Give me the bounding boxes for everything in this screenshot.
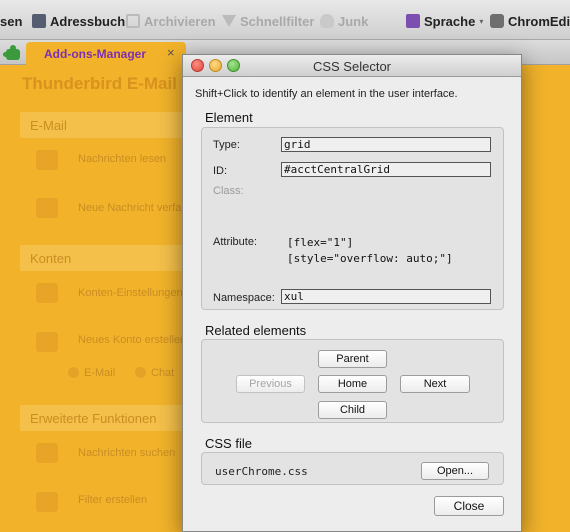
- new-chat-account-label: Chat: [151, 367, 175, 379]
- email-icon: [68, 367, 79, 378]
- attribute-value: [style="overflow: auto;"]: [287, 252, 453, 265]
- new-account-link[interactable]: Neues Konto erstellen: [78, 334, 186, 346]
- page-title: Thunderbird E-Mail -: [22, 74, 188, 93]
- chat-icon: [135, 367, 146, 378]
- chromedit-icon: [490, 14, 504, 28]
- element-groupbox: [201, 127, 504, 310]
- create-filter-link[interactable]: Filter erstellen: [78, 494, 147, 506]
- address-book-icon: [32, 14, 46, 28]
- related-group-label: Related elements: [205, 323, 307, 338]
- new-account-icon: [36, 332, 58, 352]
- main-toolbar: sen Adressbuch Archivieren Schnellfilter…: [0, 0, 570, 40]
- compose-icon: [36, 198, 58, 218]
- language-button[interactable]: Sprache ▾: [406, 12, 483, 30]
- css-file-group-label: CSS file: [205, 436, 252, 451]
- address-book-button[interactable]: Adressbuch: [32, 12, 125, 30]
- address-book-label: Adressbuch: [50, 13, 126, 29]
- id-label: ID:: [213, 165, 228, 177]
- chromedit-label: ChromEdit: [508, 13, 570, 29]
- quick-filter-button[interactable]: Schnellfilter: [222, 12, 314, 30]
- account-settings-link[interactable]: Konten-Einstellungen: [78, 287, 183, 299]
- search-messages-link[interactable]: Nachrichten suchen: [78, 447, 175, 459]
- archive-button[interactable]: Archivieren: [126, 12, 216, 30]
- account-settings-icon: [36, 283, 58, 303]
- language-label: Sprache: [424, 13, 476, 29]
- type-field[interactable]: grid: [281, 137, 491, 152]
- toolbar-item-partial[interactable]: sen: [0, 12, 22, 30]
- new-email-account-label: E-Mail: [84, 367, 116, 379]
- open-button[interactable]: Open...: [421, 462, 489, 480]
- css-selector-dialog: CSS Selector Shift+Click to identify an …: [182, 54, 522, 532]
- namespace-field[interactable]: xul: [281, 289, 491, 304]
- id-field[interactable]: #acctCentralGrid: [281, 162, 491, 177]
- read-messages-link[interactable]: Nachrichten lesen: [78, 153, 166, 165]
- attribute-value: [flex="1"]: [287, 236, 354, 249]
- junk-icon: [320, 14, 334, 28]
- type-label: Type:: [213, 139, 240, 151]
- section-email-label: E-Mail: [30, 118, 67, 133]
- chevron-down-icon: ▾: [479, 16, 484, 26]
- junk-label: Junk: [338, 13, 369, 29]
- css-file-name: userChrome.css: [215, 465, 308, 478]
- section-advanced-label: Erweiterte Funktionen: [30, 411, 157, 426]
- quick-filter-icon: [222, 15, 236, 27]
- junk-button[interactable]: Junk: [320, 12, 368, 30]
- close-button[interactable]: Close: [434, 496, 504, 516]
- chromedit-button[interactable]: ChromEdit: [490, 12, 570, 30]
- compose-link[interactable]: Neue Nachricht verfas: [78, 202, 187, 214]
- class-label: Class:: [213, 185, 244, 197]
- attribute-label: Attribute:: [213, 236, 258, 248]
- dialog-titlebar[interactable]: CSS Selector: [183, 55, 521, 77]
- addon-puzzle-icon[interactable]: [3, 43, 23, 63]
- dialog-title: CSS Selector: [312, 59, 392, 74]
- new-email-account-link[interactable]: E-Mail: [68, 367, 115, 379]
- element-group-label: Element: [205, 110, 253, 125]
- parent-button[interactable]: Parent: [318, 350, 387, 368]
- create-filter-icon: [36, 492, 58, 512]
- previous-button[interactable]: Previous: [236, 375, 305, 393]
- new-chat-account-link[interactable]: Chat: [135, 367, 174, 379]
- read-messages-icon: [36, 150, 58, 170]
- toolbar-item-partial-label: sen: [0, 13, 23, 29]
- archive-icon: [126, 14, 140, 28]
- next-button[interactable]: Next: [400, 375, 470, 393]
- dialog-hint: Shift+Click to identify an element in th…: [195, 88, 458, 100]
- language-icon: [406, 14, 420, 28]
- quick-filter-label: Schnellfilter: [240, 13, 315, 29]
- tab-close-icon[interactable]: ×: [167, 45, 175, 60]
- namespace-label: Namespace:: [213, 292, 275, 304]
- archive-label: Archivieren: [144, 13, 216, 29]
- section-accounts-label: Konten: [30, 251, 72, 266]
- tab-addons-manager-label: Add-ons-Manager: [44, 47, 146, 61]
- home-button[interactable]: Home: [318, 375, 387, 393]
- search-messages-icon: [36, 443, 58, 463]
- child-button[interactable]: Child: [318, 401, 387, 419]
